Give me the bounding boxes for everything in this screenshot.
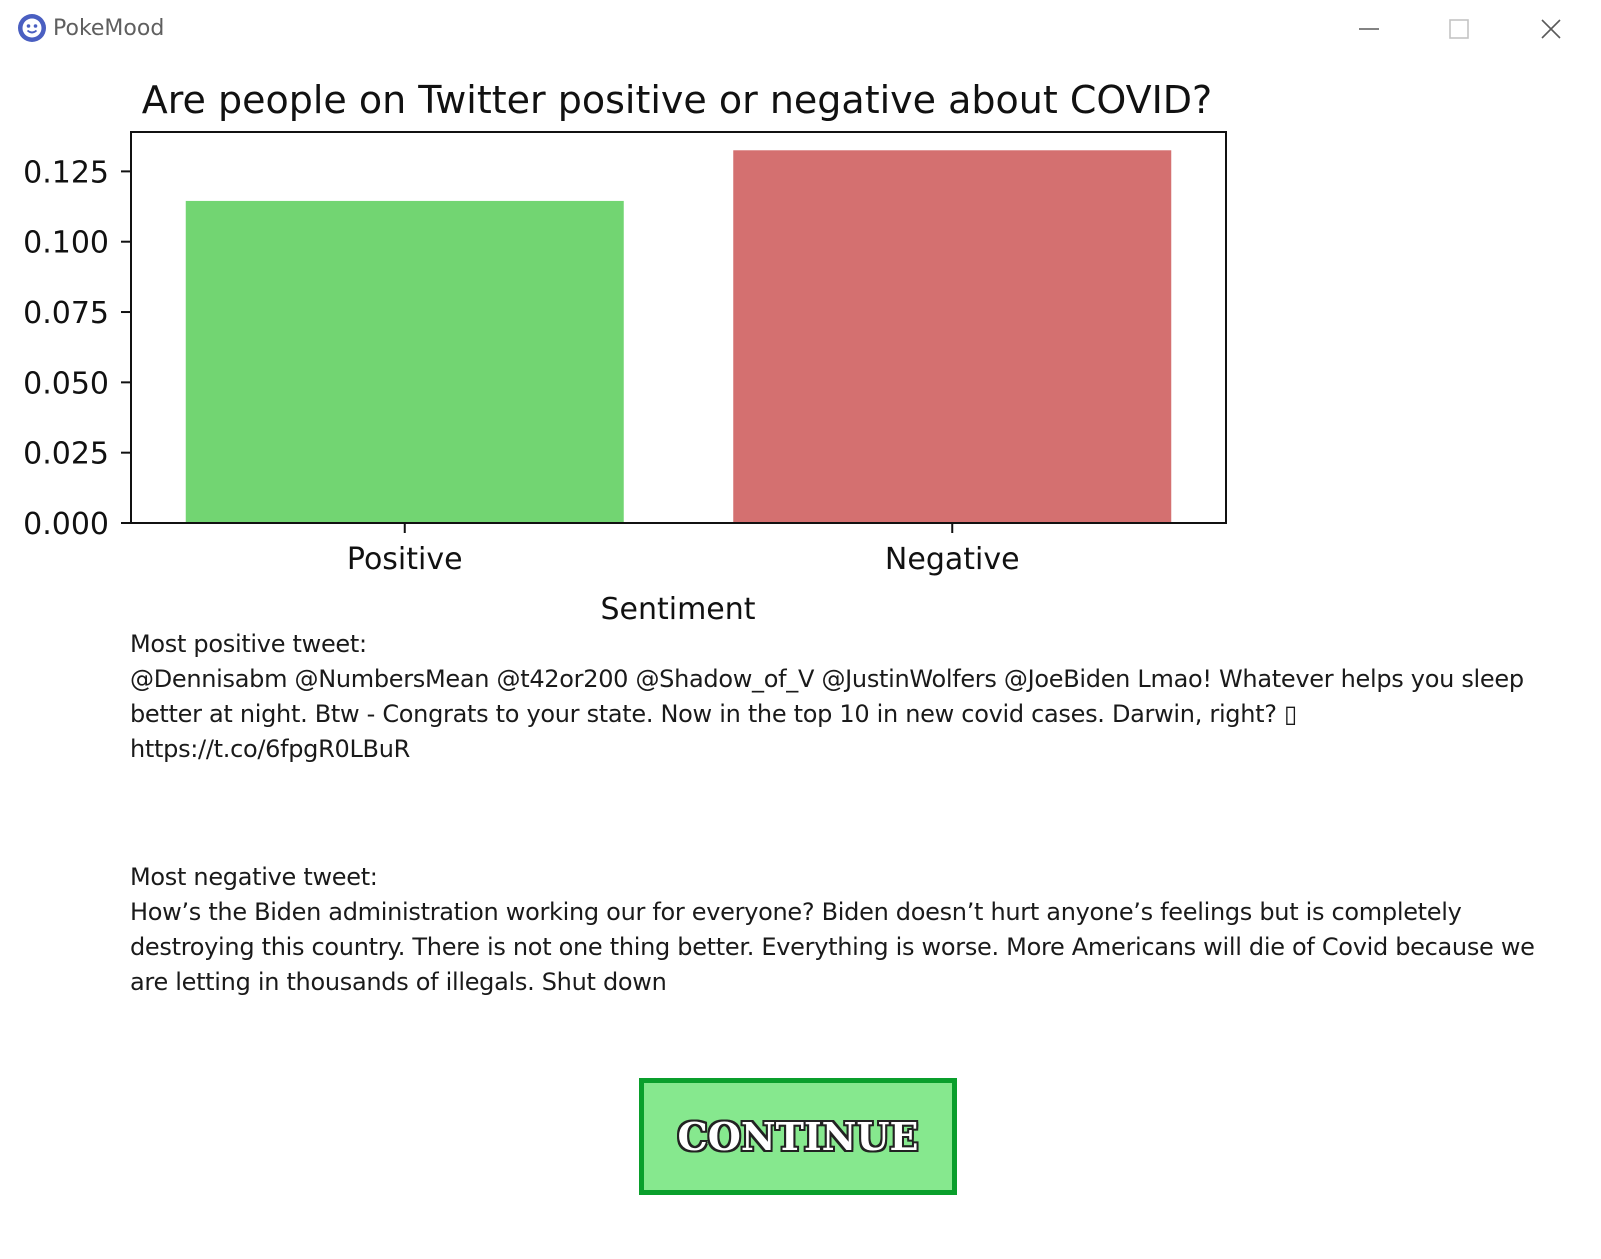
y-tick-label: 0.100: [23, 226, 109, 261]
positive-tweet-text: @Dennisabm @NumbersMean @t42or200 @Shado…: [130, 665, 1524, 763]
y-tick-label: 0.075: [23, 296, 109, 331]
pokemood-logo-icon: [17, 13, 47, 43]
title-bar: PokeMood: [0, 0, 1601, 58]
close-button[interactable]: [1528, 6, 1574, 52]
positive-tweet-section: Most positive tweet: @Dennisabm @Numbers…: [130, 627, 1570, 767]
minimize-button[interactable]: [1346, 6, 1392, 52]
maximize-icon: [1449, 19, 1469, 39]
negative-tweet-text: How’s the Biden administration working o…: [130, 898, 1535, 996]
bar-negative: [733, 150, 1172, 523]
x-tick-label: Negative: [885, 542, 1020, 577]
minimize-icon: [1359, 28, 1379, 30]
app-title: PokeMood: [53, 16, 165, 41]
y-tick-label: 0.025: [23, 437, 109, 472]
y-tick-label: 0.000: [23, 507, 109, 542]
sentiment-chart: Are people on Twitter positive or negati…: [0, 60, 1601, 630]
x-axis-label: Sentiment: [600, 592, 755, 627]
negative-tweet-label: Most negative tweet:: [130, 863, 378, 891]
chart-title: Are people on Twitter positive or negati…: [142, 78, 1212, 122]
bar-chart: Are people on Twitter positive or negati…: [23, 78, 1227, 627]
continue-button-label: CONTINUE: [677, 1114, 919, 1159]
continue-button[interactable]: CONTINUE: [639, 1078, 957, 1195]
close-icon: [1541, 19, 1561, 39]
x-tick-label: Positive: [347, 542, 463, 577]
maximize-button[interactable]: [1436, 6, 1482, 52]
bar-positive: [185, 200, 624, 523]
y-tick-label: 0.125: [23, 155, 109, 190]
negative-tweet-section: Most negative tweet: How’s the Biden adm…: [130, 860, 1570, 1000]
y-tick-label: 0.050: [23, 366, 109, 401]
positive-tweet-label: Most positive tweet:: [130, 630, 367, 658]
